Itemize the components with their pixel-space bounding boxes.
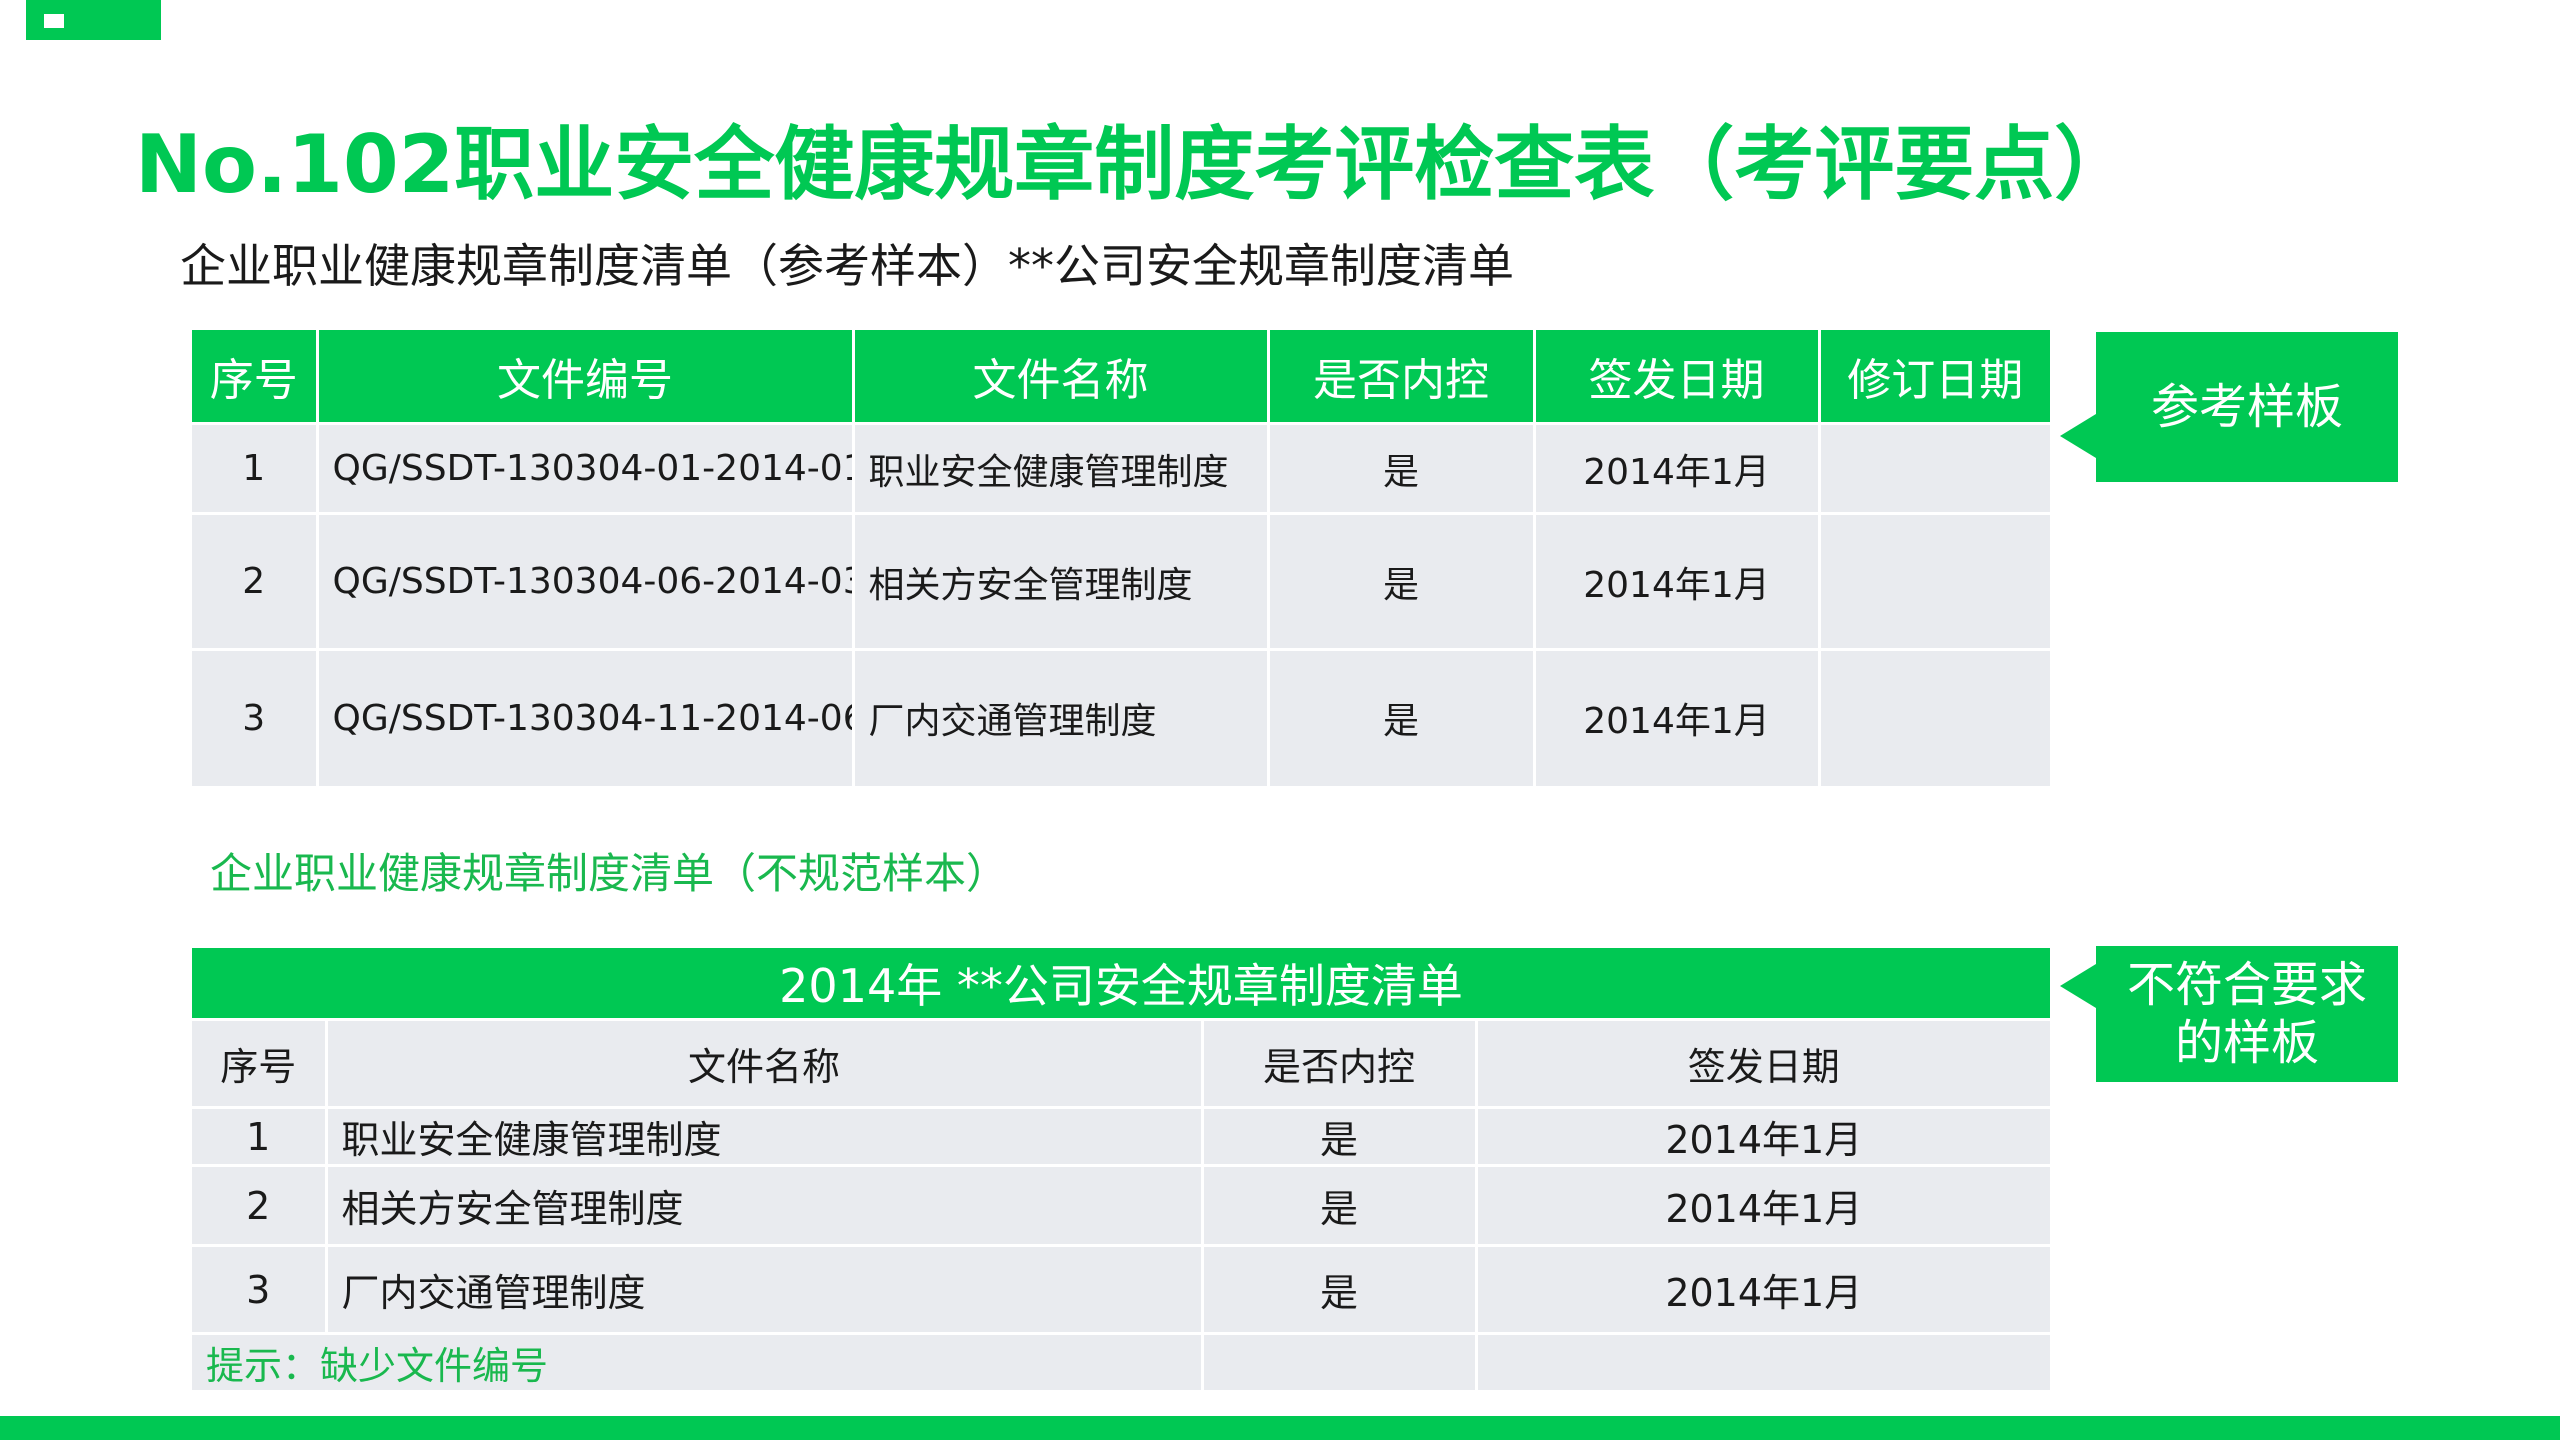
issue-date: 2014年1月 <box>1476 1164 2051 1246</box>
issue-date: 2014年1月 <box>1534 422 1821 514</box>
row-number: 1 <box>192 422 319 514</box>
internal-control: 是 <box>1202 1106 1478 1166</box>
row-number: 3 <box>192 648 319 786</box>
row-number: 2 <box>192 512 319 650</box>
row-number: 3 <box>192 1244 328 1334</box>
header-cell: 签发日期 <box>1534 330 1821 424</box>
nonconforming-sample-callout: 不符合要求 的样板 <box>2060 946 2398 1082</box>
corner-square-icon <box>44 14 64 28</box>
issue-date: 2014年1月 <box>1534 648 1821 786</box>
corner-tab <box>26 0 161 40</box>
file-name: 职业安全健康管理制度 <box>853 422 1270 514</box>
nonstandard-table-banner: 2014年 **公司安全规章制度清单 <box>192 948 2051 1020</box>
bottom-accent-bar <box>0 1416 2560 1440</box>
header-cell: 序号 <box>192 1018 328 1108</box>
file-name: 厂内交通管理制度 <box>326 1244 1204 1334</box>
file-name: 相关方安全管理制度 <box>853 512 1270 650</box>
header-cell: 是否内控 <box>1268 330 1536 424</box>
header-cell: 文件编号 <box>317 330 855 424</box>
header-cell: 文件名称 <box>326 1018 1204 1108</box>
empty-cell <box>1202 1332 1478 1390</box>
reference-table: 序号 文件编号 文件名称 是否内控 签发日期 修订日期 1 QG/SSDT-13… <box>192 330 2050 786</box>
table-row: 3 厂内交通管理制度 是 2014年1月 <box>192 1244 2051 1334</box>
issue-date: 2014年1月 <box>1476 1106 2051 1166</box>
table-row: 1 职业安全健康管理制度 是 2014年1月 <box>192 1106 2051 1166</box>
internal-control: 是 <box>1268 648 1536 786</box>
nonstandard-table-header: 序号 文件名称 是否内控 签发日期 <box>192 1018 2051 1108</box>
hint-row: 提示：缺少文件编号 <box>192 1332 2051 1390</box>
page-title: No.102职业安全健康规章制度考评检查表（考评要点） <box>135 118 2135 211</box>
reference-table-header: 序号 文件编号 文件名称 是否内控 签发日期 修订日期 <box>192 330 2050 424</box>
issue-date: 2014年1月 <box>1476 1244 2051 1334</box>
internal-control: 是 <box>1268 512 1536 650</box>
issue-date: 2014年1月 <box>1534 512 1821 650</box>
hint-text: 提示：缺少文件编号 <box>192 1332 1204 1390</box>
reference-sample-callout: 参考样板 <box>2060 332 2398 482</box>
table-row: 3 QG/SSDT-130304-11-2014-06 厂内交通管理制度 是 2… <box>192 648 2050 786</box>
file-code: QG/SSDT-130304-01-2014-01 <box>317 422 855 514</box>
nonstandard-table: 2014年 **公司安全规章制度清单 序号 文件名称 是否内控 签发日期 1 职… <box>192 948 2051 1390</box>
file-code: QG/SSDT-130304-11-2014-06 <box>317 648 855 786</box>
page-subtitle: 企业职业健康规章制度清单（参考样本）**公司安全规章制度清单 <box>180 239 1514 293</box>
table-row: 2 QG/SSDT-130304-06-2014-03 相关方安全管理制度 是 … <box>192 512 2050 650</box>
revision-date <box>1819 422 2050 514</box>
row-number: 1 <box>192 1106 328 1166</box>
header-cell: 修订日期 <box>1819 330 2050 424</box>
header-cell: 签发日期 <box>1476 1018 2051 1108</box>
file-name: 厂内交通管理制度 <box>853 648 1270 786</box>
revision-date <box>1819 512 2050 650</box>
nonstandard-caption: 企业职业健康规章制度清单（不规范样本） <box>210 849 1009 898</box>
internal-control: 是 <box>1202 1244 1478 1334</box>
revision-date <box>1819 648 2050 786</box>
file-name: 职业安全健康管理制度 <box>326 1106 1204 1166</box>
empty-cell <box>1476 1332 2051 1390</box>
banner-title: 2014年 **公司安全规章制度清单 <box>192 948 2051 1020</box>
header-cell: 序号 <box>192 330 319 424</box>
internal-control: 是 <box>1268 422 1536 514</box>
table-row: 2 相关方安全管理制度 是 2014年1月 <box>192 1164 2051 1246</box>
callout-line: 不符合要求 <box>2126 957 2367 1013</box>
internal-control: 是 <box>1202 1164 1478 1246</box>
row-number: 2 <box>192 1164 328 1246</box>
file-name: 相关方安全管理制度 <box>326 1164 1204 1246</box>
header-cell: 是否内控 <box>1202 1018 1478 1108</box>
callout-line: 的样板 <box>2174 1015 2319 1071</box>
header-cell: 文件名称 <box>853 330 1270 424</box>
file-code: QG/SSDT-130304-06-2014-03 <box>317 512 855 650</box>
table-row: 1 QG/SSDT-130304-01-2014-01 职业安全健康管理制度 是… <box>192 422 2050 514</box>
